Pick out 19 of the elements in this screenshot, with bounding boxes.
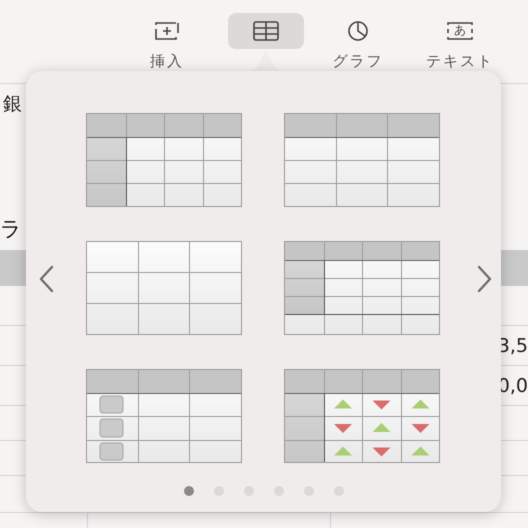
table-style-thumbnail[interactable]: [284, 241, 440, 335]
table-style-thumbnail[interactable]: [86, 113, 242, 207]
next-icon[interactable]: [477, 265, 493, 293]
toolbar-label: グラフ: [332, 52, 384, 70]
table-style-thumbnail[interactable]: [284, 113, 440, 207]
table-style-thumbnail[interactable]: [284, 369, 440, 463]
toolbar-label: テキスト: [426, 52, 494, 70]
sheet-title: ラ: [0, 218, 22, 240]
table-style-thumbnail[interactable]: [86, 241, 242, 335]
toolbar-label: 挿入: [150, 52, 184, 70]
text-box-icon: [445, 20, 475, 42]
sheet-text: 銀: [3, 93, 22, 115]
table-style-thumbnail[interactable]: [86, 369, 242, 463]
add-box-icon: [152, 20, 182, 42]
text-button[interactable]: あ: [422, 13, 498, 49]
table-button[interactable]: [228, 13, 304, 49]
table-icon: [251, 20, 281, 42]
previous-icon[interactable]: [38, 265, 54, 293]
page-dot[interactable]: [184, 486, 194, 496]
